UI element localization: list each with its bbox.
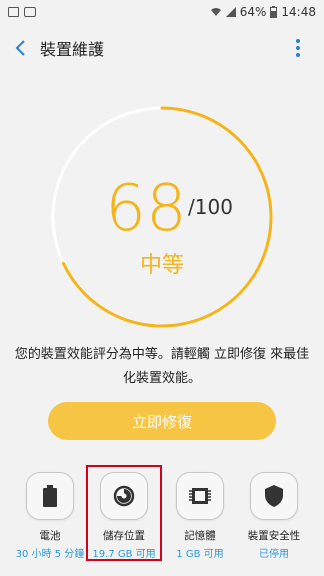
score-grade: 中等 xyxy=(139,253,184,278)
more-dot xyxy=(296,53,300,57)
wifi-icon xyxy=(210,8,221,16)
fix-now-button[interactable]: 立即修復 xyxy=(48,402,276,440)
back-button[interactable] xyxy=(0,24,40,72)
memory-value: 1 GB 可用 xyxy=(176,549,224,560)
battery-status-icon xyxy=(270,6,278,18)
security-value: 已停用 xyxy=(259,549,289,560)
battery-percent: 64% xyxy=(239,5,267,19)
briefcase-notification-icon xyxy=(24,7,36,17)
chevron-left-icon xyxy=(15,40,25,56)
security-label: 裝置安全性 xyxy=(247,530,301,542)
more-options-button[interactable] xyxy=(286,36,310,60)
score-value: 68 xyxy=(105,172,187,246)
app-bar: 裝置維護 xyxy=(0,24,324,72)
status-left xyxy=(8,7,36,17)
selection-highlight xyxy=(86,465,162,561)
maintenance-items: 電池 30 小時 5 分鐘 儲存位置 19.7 GB 可用 記憶體 1 GB 可… xyxy=(0,472,324,576)
shield-icon xyxy=(265,485,283,507)
signal-icon xyxy=(225,7,236,17)
memory-item[interactable]: 記憶體 1 GB 可用 xyxy=(160,472,240,576)
battery-item[interactable]: 電池 30 小時 5 分鐘 xyxy=(10,472,90,576)
score-gauge: 68 /100 中等 xyxy=(48,103,276,331)
status-bar: 64% 14:48 xyxy=(0,0,324,24)
security-icon-box xyxy=(250,472,298,520)
clock: 14:48 xyxy=(281,5,316,19)
page-title: 裝置維護 xyxy=(40,40,105,59)
more-dot xyxy=(296,46,300,50)
score-max: /100 xyxy=(188,195,233,219)
battery-icon xyxy=(43,485,57,507)
score-description: 您的裝置效能評分為中等。請輕觸 立即修復 來最佳化裝置效能。 xyxy=(14,347,310,386)
memory-label: 記憶體 xyxy=(184,530,216,542)
battery-value: 30 小時 5 分鐘 xyxy=(15,549,85,560)
more-dot xyxy=(296,39,300,43)
security-item[interactable]: 裝置安全性 已停用 xyxy=(234,472,314,576)
gallery-notification-icon xyxy=(8,7,19,17)
battery-label: 電池 xyxy=(39,530,61,542)
memory-chip-icon xyxy=(189,488,211,504)
battery-icon-box xyxy=(26,472,74,520)
status-right: 64% 14:48 xyxy=(210,5,316,19)
memory-icon-box xyxy=(176,472,224,520)
